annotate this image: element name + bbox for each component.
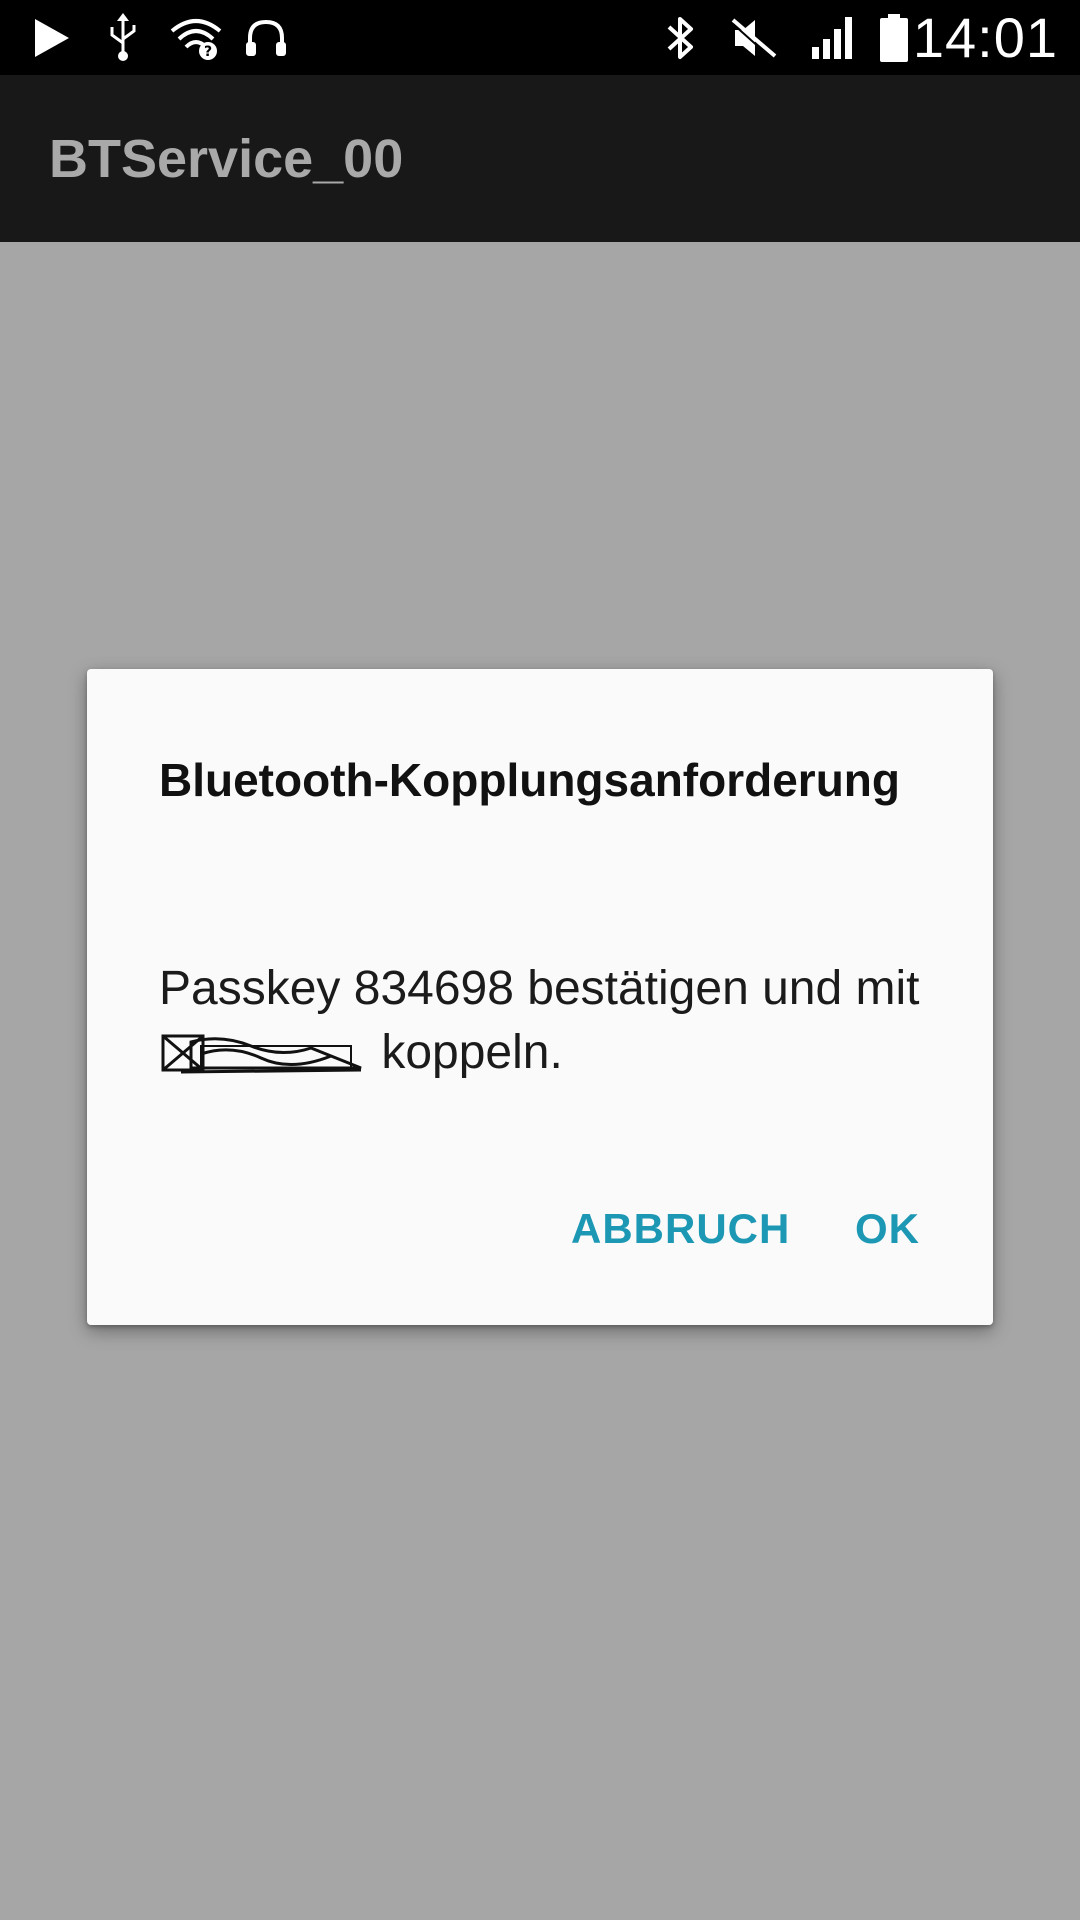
- pairing-dialog: Bluetooth-Kopplungsanforderung Passkey 8…: [87, 669, 993, 1325]
- redacted-device-name: [161, 1028, 366, 1076]
- headphones-icon: [242, 8, 290, 68]
- app-bar: BTService_00: [0, 75, 1080, 242]
- status-time: 14:01: [912, 6, 1058, 69]
- dialog-title: Bluetooth-Kopplungsanforderung: [159, 754, 900, 806]
- mute-icon: [726, 8, 782, 68]
- dialog-message: Passkey 834698 bestätigen und mit koppel…: [159, 957, 939, 1085]
- play-icon: [30, 8, 74, 68]
- battery-icon: [876, 8, 912, 68]
- dialog-message-suffix: koppeln.: [381, 1026, 563, 1079]
- dialog-message-prefix: Passkey 834698 bestätigen und mit: [159, 962, 920, 1015]
- usb-icon: [103, 8, 143, 68]
- bluetooth-icon: [660, 8, 702, 68]
- ok-button[interactable]: OK: [855, 1184, 920, 1274]
- cancel-button[interactable]: ABBRUCH: [571, 1184, 790, 1274]
- wifi-question-icon: ?: [168, 8, 224, 68]
- svg-text:?: ?: [204, 44, 212, 60]
- status-bar: ? 14:01: [0, 0, 1080, 75]
- signal-icon: [808, 8, 860, 68]
- app-title: BTService_00: [49, 129, 404, 189]
